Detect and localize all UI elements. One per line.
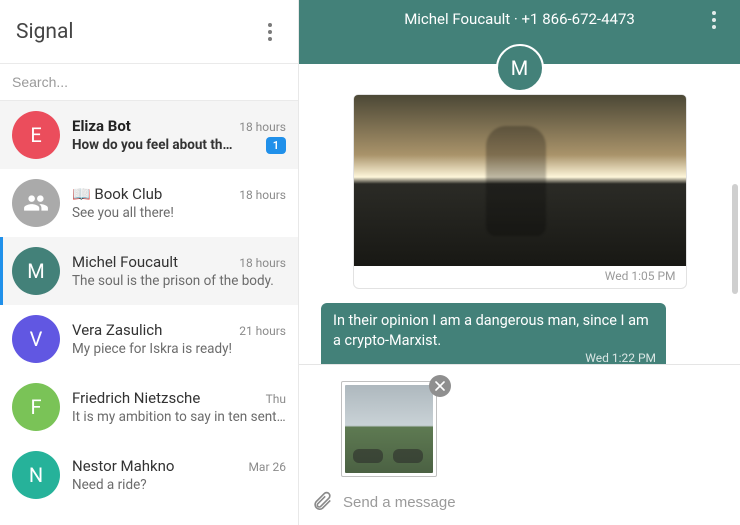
conversation-preview: How do you feel about th…	[72, 137, 260, 153]
app-title: Signal	[16, 20, 74, 44]
conversation-item[interactable]: M Michel Foucault 18 hours The soul is t…	[0, 237, 298, 305]
search-row	[0, 63, 298, 101]
composer	[299, 364, 740, 525]
conversation-preview: My piece for Iskra is ready!	[72, 341, 286, 357]
contact-name: Michel Foucault	[404, 10, 510, 28]
conversation-time: 21 hours	[239, 324, 286, 338]
conversation-name: Michel Foucault	[72, 253, 178, 271]
paperclip-icon	[311, 489, 333, 511]
message-image[interactable]	[354, 95, 686, 266]
message-text: In their opinion I am a dangerous man, s…	[333, 312, 649, 349]
attachment-remove-button[interactable]	[429, 375, 451, 397]
conversation-time: 18 hours	[239, 256, 286, 270]
avatar: N	[12, 451, 60, 499]
attachment-thumbnail[interactable]	[341, 381, 437, 477]
conversation-time: Mar 26	[248, 460, 286, 474]
chat-pane: Michel Foucault · +1 866-672-4473 M Wed …	[299, 0, 740, 525]
attachment-preview	[299, 365, 740, 483]
conversation-item[interactable]: V Vera Zasulich 21 hours My piece for Is…	[0, 305, 298, 373]
avatar: E	[12, 111, 60, 159]
avatar: F	[12, 383, 60, 431]
conversation-list: E Eliza Bot 18 hours How do you feel abo…	[0, 101, 298, 525]
message-bubble[interactable]: In their opinion I am a dangerous man, s…	[321, 303, 666, 364]
attachment-image	[345, 385, 433, 473]
scrollbar-thumb[interactable]	[732, 184, 738, 294]
message-bubble-image[interactable]: Wed 1:05 PM	[353, 94, 687, 289]
contact-phone: +1 866-672-4473	[522, 10, 635, 28]
chat-title[interactable]: Michel Foucault · +1 866-672-4473	[337, 8, 702, 28]
conversation-time: 18 hours	[239, 188, 286, 202]
conversation-name: 📖 Book Club	[72, 185, 162, 203]
message-timestamp: Wed 1:05 PM	[605, 268, 676, 284]
close-icon	[435, 381, 445, 391]
compose-row	[299, 483, 740, 525]
conversation-item[interactable]: F Friedrich Nietzsche Thu It is my ambit…	[0, 373, 298, 441]
avatar-group	[12, 179, 60, 227]
search-input[interactable]	[12, 74, 286, 90]
conversation-item[interactable]: 📖 Book Club 18 hours See you all there!	[0, 169, 298, 237]
sidebar: Signal E Eliza Bot 18 hours How do you f…	[0, 0, 299, 525]
group-icon	[23, 190, 49, 216]
message-timestamp: Wed 1:22 PM	[585, 350, 656, 364]
message-list[interactable]: Wed 1:05 PM In their opinion I am a dang…	[299, 64, 740, 364]
message-row: In their opinion I am a dangerous man, s…	[321, 303, 718, 364]
conversation-name: Friedrich Nietzsche	[72, 389, 200, 407]
unread-badge: 1	[266, 137, 286, 154]
avatar: M	[12, 247, 60, 295]
conversation-name: Eliza Bot	[72, 117, 131, 135]
message-row: Wed 1:05 PM	[321, 94, 718, 289]
conversation-preview: Need a ride?	[72, 477, 286, 493]
sidebar-header: Signal	[0, 0, 298, 63]
attach-button[interactable]	[311, 489, 333, 515]
sidebar-menu-button[interactable]	[258, 20, 282, 44]
conversation-item[interactable]: E Eliza Bot 18 hours How do you feel abo…	[0, 101, 298, 169]
conversation-time: Thu	[266, 392, 286, 406]
chat-header: Michel Foucault · +1 866-672-4473 M	[299, 0, 740, 64]
conversation-item[interactable]: N Nestor Mahkno Mar 26 Need a ride?	[0, 441, 298, 509]
message-input[interactable]	[343, 494, 728, 511]
conversation-time: 18 hours	[239, 120, 286, 134]
conversation-preview: The soul is the prison of the body.	[72, 273, 286, 289]
conversation-preview: It is my ambition to say in ten sent…	[72, 409, 286, 425]
conversation-name: Vera Zasulich	[72, 321, 162, 339]
conversation-name: Nestor Mahkno	[72, 457, 174, 475]
conversation-preview: See you all there!	[72, 205, 286, 221]
chat-menu-button[interactable]	[702, 8, 726, 32]
avatar: V	[12, 315, 60, 363]
